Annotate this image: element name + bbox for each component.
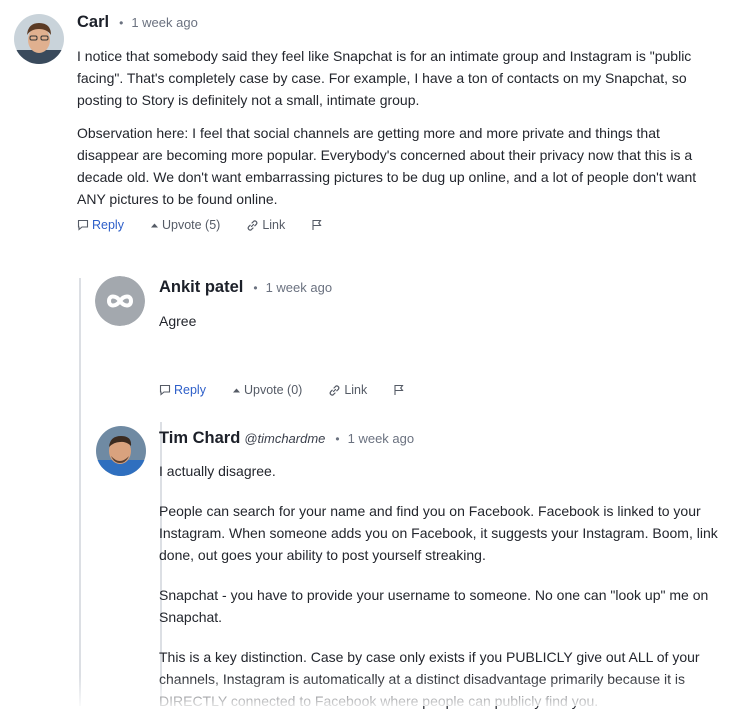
flag-button[interactable] bbox=[393, 384, 408, 396]
comment-actions: Reply Upvote (0) Link bbox=[159, 383, 434, 397]
caret-up-icon bbox=[232, 388, 240, 392]
comment-icon bbox=[159, 384, 171, 396]
comment-icon bbox=[77, 219, 89, 231]
author-name[interactable]: Ankit patel bbox=[159, 278, 243, 297]
comment-paragraph: I actually disagree. bbox=[159, 463, 276, 479]
separator-dot: • bbox=[119, 16, 124, 30]
caret-up-icon bbox=[150, 223, 158, 227]
timestamp[interactable]: 1 week ago bbox=[266, 280, 333, 295]
comment-body: Agree bbox=[159, 310, 719, 343]
comment-paragraph: Agree bbox=[159, 313, 197, 329]
comment-paragraph: This is a key distinction. Case by case … bbox=[159, 649, 700, 709]
link-label: Link bbox=[344, 383, 368, 397]
link-label: Link bbox=[262, 218, 286, 232]
upvote-button[interactable]: Upvote (5) bbox=[150, 218, 220, 232]
comment-paragraph: I notice that somebody said they feel li… bbox=[77, 48, 692, 108]
separator-dot: • bbox=[335, 432, 340, 446]
timestamp[interactable]: 1 week ago bbox=[348, 431, 415, 446]
comment-actions: Reply Upvote (5) Link bbox=[77, 218, 352, 232]
link-button[interactable]: Link bbox=[328, 383, 367, 397]
comment-header: Ankit patel • 1 week ago bbox=[159, 278, 332, 297]
link-icon bbox=[247, 219, 258, 231]
separator-dot: • bbox=[253, 281, 258, 295]
author-name[interactable]: Carl bbox=[77, 13, 109, 32]
author-handle[interactable]: @timchardme bbox=[244, 431, 325, 446]
comment-paragraph: Snapchat - you have to provide your user… bbox=[159, 587, 709, 625]
comment-paragraph: Observation here: I feel that social cha… bbox=[77, 125, 697, 207]
link-icon bbox=[329, 384, 340, 396]
reply-button[interactable]: Reply bbox=[159, 383, 206, 397]
flag-icon bbox=[312, 219, 322, 230]
avatar-carl bbox=[14, 14, 64, 64]
reply-label: Reply bbox=[174, 383, 206, 397]
upvote-label: Upvote (0) bbox=[243, 383, 303, 397]
author-name[interactable]: Tim Chard bbox=[159, 429, 240, 448]
link-button[interactable]: Link bbox=[246, 218, 285, 232]
reply-label: Reply bbox=[92, 218, 124, 232]
flag-button[interactable] bbox=[311, 219, 326, 231]
comment-header: Carl • 1 week ago bbox=[77, 13, 198, 32]
avatar-tim-chard bbox=[96, 426, 146, 476]
comment-body: I notice that somebody said they feel li… bbox=[77, 45, 717, 221]
avatar-ankit-patel bbox=[95, 276, 145, 326]
comment-header: Tim Chard @timchardme • 1 week ago bbox=[159, 429, 414, 448]
upvote-button[interactable]: Upvote (0) bbox=[232, 383, 302, 397]
flag-icon bbox=[394, 384, 404, 395]
upvote-label: Upvote (5) bbox=[161, 218, 221, 232]
thread-line-level-1 bbox=[79, 278, 81, 706]
reply-button[interactable]: Reply bbox=[77, 218, 124, 232]
comment-paragraph: People can search for your name and find… bbox=[159, 503, 718, 563]
comment-body: I actually disagree. People can search f… bbox=[159, 460, 724, 723]
timestamp[interactable]: 1 week ago bbox=[131, 15, 198, 30]
